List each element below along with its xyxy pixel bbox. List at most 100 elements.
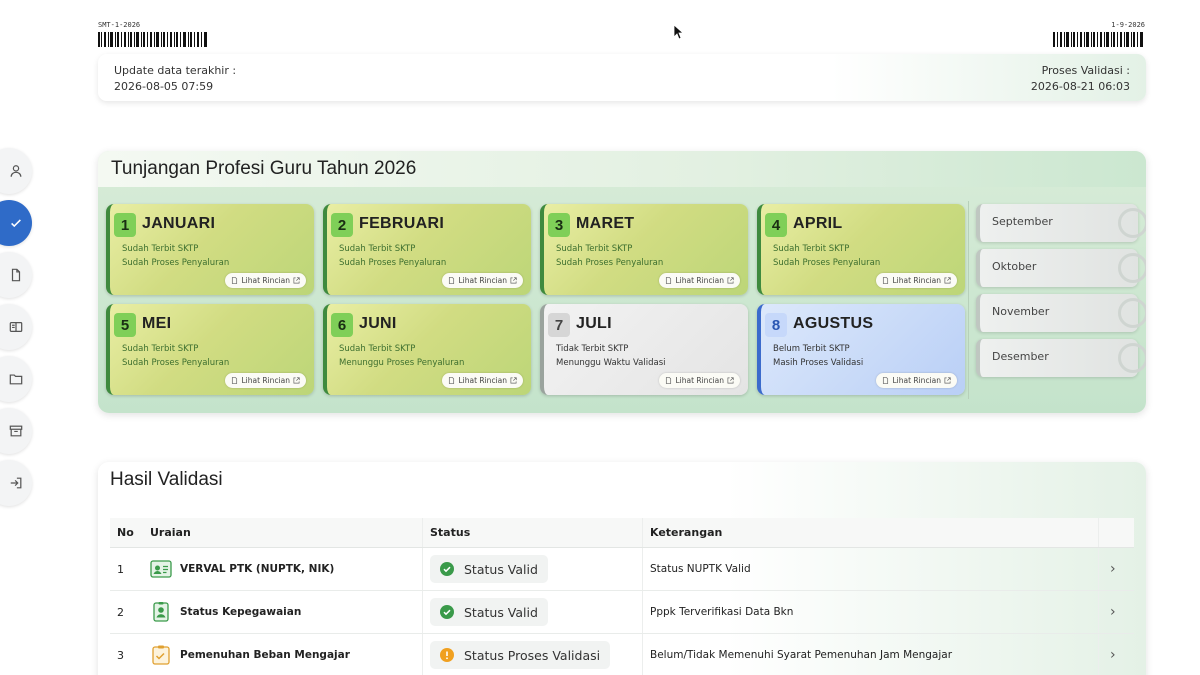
validation-table: No Uraian Status Keterangan 1 VERVAL PTK …	[110, 518, 1134, 675]
sktp-status: Sudah Terbit SKTP	[122, 244, 199, 254]
document-icon	[666, 277, 672, 284]
document-icon	[883, 377, 889, 384]
column-divider	[1098, 591, 1099, 633]
status-badge-label: Status Valid	[464, 561, 538, 577]
nav-logout[interactable]	[0, 460, 32, 506]
nav-book[interactable]	[0, 304, 32, 350]
validation-results-title: Hasil Validasi	[110, 469, 223, 490]
row-number: 1	[117, 562, 124, 576]
view-details-label: Lihat Rincian	[675, 276, 724, 285]
view-details-button[interactable]: Lihat Rincian	[659, 373, 740, 388]
decorative-circle	[1118, 343, 1146, 373]
row-remarks: Pppk Terverifikasi Data Bkn	[650, 591, 793, 633]
sktp-status: Tidak Terbit SKTP	[556, 344, 629, 354]
decorative-circle	[1118, 253, 1146, 283]
view-details-button[interactable]: Lihat Rincian	[225, 373, 306, 388]
row-expand[interactable]: ›	[1110, 591, 1116, 633]
row-expand[interactable]: ›	[1110, 634, 1116, 675]
badge-icon	[150, 601, 172, 623]
upcoming-month-label: November	[992, 305, 1050, 318]
tpg-panel: Tunjangan Profesi Guru Tahun 2026 1 JANUA…	[98, 151, 1146, 413]
upcoming-month[interactable]: Desember	[976, 339, 1146, 377]
table-row[interactable]: 2 Status Kepegawaian Status Valid Pppk Terv…	[110, 591, 1134, 634]
upcoming-month-label: Oktober	[992, 260, 1037, 273]
view-details-button[interactable]: Lihat Rincian	[442, 373, 523, 388]
sktp-status: Sudah Terbit SKTP	[773, 244, 850, 254]
barcode-left	[98, 32, 207, 47]
row-description-text: Pemenuhan Beban Mengajar	[180, 649, 350, 661]
row-remarks-text: Pppk Terverifikasi Data Bkn	[650, 606, 794, 618]
row-description: VERVAL PTK (NUPTK, NIK)	[150, 548, 334, 590]
nav-document[interactable]	[0, 252, 32, 298]
view-details-label: Lihat Rincian	[458, 376, 507, 385]
validation-results-panel: Hasil Validasi No Uraian Status Keterang…	[98, 462, 1146, 675]
sktp-status: Belum Terbit SKTP	[773, 344, 850, 354]
nav-folder[interactable]	[0, 356, 32, 402]
payment-status: Menunggu Proses Penyaluran	[339, 358, 465, 368]
logout-icon	[10, 477, 22, 489]
barcode-right	[1053, 32, 1143, 47]
view-details-label: Lihat Rincian	[892, 276, 941, 285]
month-name: MARET	[576, 215, 635, 232]
upcoming-month[interactable]: September	[976, 204, 1146, 242]
column-divider	[1098, 518, 1099, 547]
upcoming-month-label: September	[992, 215, 1053, 228]
month-card: 1 JANUARI Sudah Terbit SKTP Sudah Proses Pe…	[106, 204, 314, 295]
table-row[interactable]: 1 VERVAL PTK (NUPTK, NIK) Status Valid Stat…	[110, 548, 1134, 591]
column-divider	[422, 634, 423, 675]
upcoming-month[interactable]: November	[976, 294, 1146, 332]
view-details-button[interactable]: Lihat Rincian	[659, 273, 740, 288]
column-divider	[642, 548, 643, 590]
row-status: Status Valid	[430, 548, 548, 590]
view-details-button[interactable]: Lihat Rincian	[876, 373, 957, 388]
view-details-label: Lihat Rincian	[241, 276, 290, 285]
nav-validation[interactable]	[0, 200, 32, 246]
sktp-status: Sudah Terbit SKTP	[339, 244, 416, 254]
document-icon	[11, 268, 21, 282]
row-description: Pemenuhan Beban Mengajar	[150, 634, 350, 675]
status-badge: Status Valid	[430, 555, 548, 583]
document-icon	[232, 277, 238, 284]
warning-circle-icon	[440, 648, 454, 662]
month-number: 2	[331, 213, 353, 237]
row-remarks-text: Status NUPTK Valid	[650, 563, 751, 575]
view-details-label: Lihat Rincian	[458, 276, 507, 285]
check-icon	[11, 219, 21, 228]
column-divider	[642, 634, 643, 675]
nav-archive[interactable]	[0, 408, 32, 454]
document-icon	[232, 377, 238, 384]
row-remarks: Status NUPTK Valid	[650, 548, 751, 590]
validation-process: Proses Validasi : 2026-08-21 06:03	[1031, 63, 1130, 95]
month-name: JUNI	[359, 315, 397, 332]
upcoming-month[interactable]: Oktober	[976, 249, 1146, 287]
month-number: 6	[331, 313, 353, 337]
validation-process-label: Proses Validasi :	[1041, 64, 1130, 77]
month-divider	[968, 201, 969, 399]
month-name: JANUARI	[142, 215, 216, 232]
column-divider	[422, 548, 423, 590]
external-link-icon	[727, 377, 734, 384]
last-update-label: Update data terakhir :	[114, 64, 237, 77]
semester-code: SMT-1-2026	[98, 21, 208, 47]
sktp-status: Sudah Terbit SKTP	[556, 244, 633, 254]
nav-profile[interactable]	[0, 148, 32, 194]
month-number: 7	[548, 313, 570, 337]
view-details-button[interactable]: Lihat Rincian	[225, 273, 306, 288]
decorative-circle	[1118, 208, 1146, 238]
table-row[interactable]: 3 Pemenuhan Beban Mengajar Status Proses V…	[110, 634, 1134, 675]
column-divider	[1098, 548, 1099, 590]
month-card: 4 APRIL Sudah Terbit SKTP Sudah Proses Peny…	[757, 204, 965, 295]
row-description-text: VERVAL PTK (NUPTK, NIK)	[180, 563, 335, 575]
update-info-card: Update data terakhir : 2026-08-05 07:59 …	[98, 54, 1146, 101]
column-divider	[422, 518, 423, 547]
view-details-label: Lihat Rincian	[892, 376, 941, 385]
header-no: No	[117, 526, 134, 539]
payment-status: Masih Proses Validasi	[773, 358, 864, 368]
view-details-button[interactable]: Lihat Rincian	[442, 273, 523, 288]
side-nav	[0, 148, 32, 512]
month-card: 3 MARET Sudah Terbit SKTP Sudah Proses Peny…	[540, 204, 748, 295]
row-expand[interactable]: ›	[1110, 548, 1116, 590]
book-icon	[9, 322, 23, 332]
period-code: 1-9-2026	[1053, 21, 1145, 47]
view-details-button[interactable]: Lihat Rincian	[876, 273, 957, 288]
